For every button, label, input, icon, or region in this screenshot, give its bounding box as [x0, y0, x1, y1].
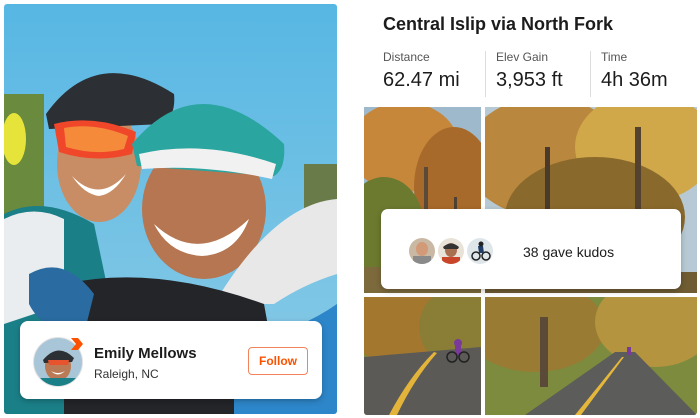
kudos-card[interactable]: 38 gave kudos — [381, 209, 681, 289]
athlete-profile-card: Emily Mellows Raleigh, NC Follow — [20, 321, 322, 399]
athlete-photo-panel: Emily Mellows Raleigh, NC Follow — [4, 4, 337, 414]
kudos-count-text[interactable]: 38 gave kudos — [523, 244, 614, 260]
follow-button[interactable]: Follow — [248, 347, 308, 375]
activity-panel: Central Islip via North Fork Distance 62… — [364, 3, 697, 415]
athlete-location: Raleigh, NC — [94, 367, 159, 381]
activity-photo[interactable] — [485, 297, 697, 415]
stat-divider — [485, 51, 486, 97]
stat-distance-value: 62.47 mi — [383, 69, 460, 91]
stat-elev-gain-value: 3,953 ft — [496, 69, 563, 91]
stat-distance: Distance 62.47 mi — [383, 50, 460, 92]
stat-elev-gain: Elev Gain 3,953 ft — [496, 50, 563, 92]
strava-chevron-icon — [70, 337, 84, 351]
stat-time-value: 4h 36m — [601, 69, 668, 91]
stat-elev-gain-label: Elev Gain — [496, 50, 549, 64]
athlete-name[interactable]: Emily Mellows — [94, 345, 197, 362]
activity-photo[interactable] — [364, 297, 481, 415]
stat-distance-label: Distance — [383, 50, 430, 64]
kudos-avatar[interactable] — [436, 236, 466, 266]
kudos-avatar[interactable] — [407, 236, 437, 266]
stat-time: Time 4h 36m — [601, 50, 668, 92]
stat-divider — [590, 51, 591, 97]
stat-time-label: Time — [601, 50, 628, 64]
kudos-avatar[interactable] — [465, 236, 495, 266]
activity-title[interactable]: Central Islip via North Fork — [383, 14, 613, 35]
